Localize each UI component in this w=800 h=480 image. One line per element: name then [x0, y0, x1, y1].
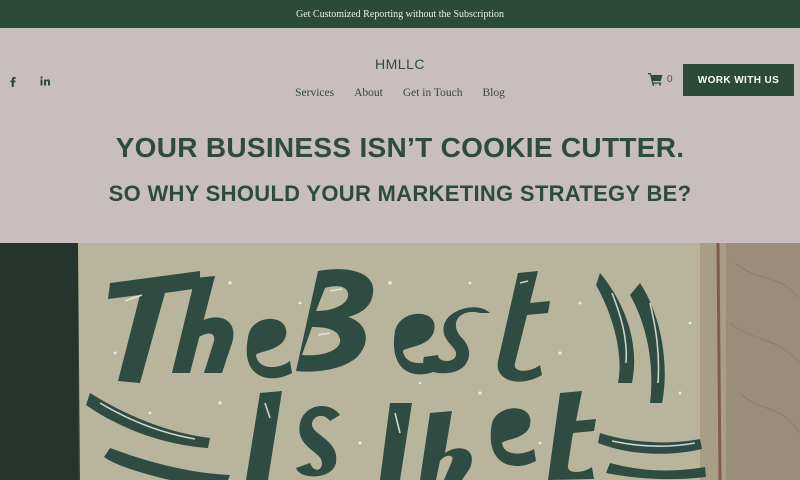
site-header: HMLLC Services About Get in Touch Blog 0…: [0, 28, 800, 243]
nav-link-about[interactable]: About: [354, 87, 383, 99]
site-logo[interactable]: HMLLC: [0, 56, 800, 72]
nav-link-blog[interactable]: Blog: [483, 87, 505, 99]
main-nav: Services About Get in Touch Blog: [0, 87, 800, 99]
cart-link[interactable]: 0: [648, 72, 673, 86]
nav-link-services[interactable]: Services: [295, 87, 334, 99]
cart-icon: [648, 73, 663, 86]
cart-count: 0: [667, 73, 673, 85]
announcement-bar[interactable]: Get Customized Reporting without the Sub…: [0, 0, 800, 28]
hero-image: [0, 243, 800, 480]
announcement-text: Get Customized Reporting without the Sub…: [295, 8, 505, 20]
hero-lettering-art: [0, 243, 800, 480]
hero-headline: YOUR BUSINESS ISN’T COOKIE CUTTER.: [115, 132, 685, 163]
nav-link-get-in-touch[interactable]: Get in Touch: [403, 87, 463, 99]
hero-subheadline: SO WHY SHOULD YOUR MARKETING STRATEGY BE…: [108, 181, 692, 206]
work-with-us-button[interactable]: WORK WITH US: [683, 64, 794, 96]
